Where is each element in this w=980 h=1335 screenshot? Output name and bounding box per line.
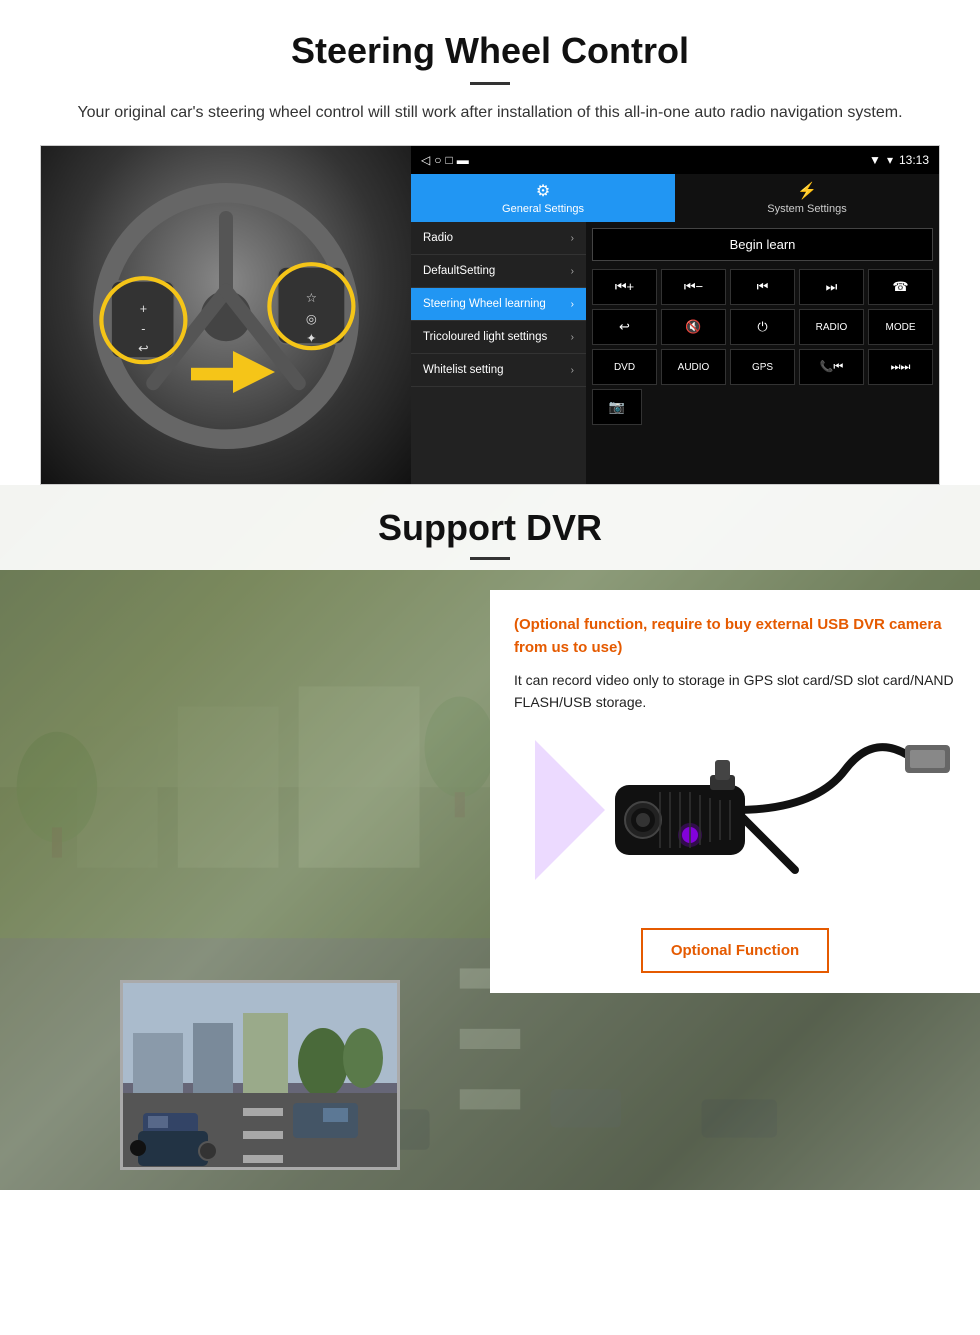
tab-system-label: System Settings bbox=[767, 203, 846, 215]
radio-button[interactable]: RADIO bbox=[799, 309, 864, 345]
back-icon[interactable]: ◁ bbox=[421, 153, 430, 167]
phone-button[interactable]: ☎ bbox=[868, 269, 933, 305]
dvr-title: Support DVR bbox=[20, 507, 960, 549]
tab-general-label: General Settings bbox=[502, 203, 584, 215]
android-content: Radio › DefaultSetting › Steering Wheel … bbox=[411, 222, 939, 484]
power-button[interactable]: ⏻ bbox=[730, 309, 795, 345]
menu-item-defaultsetting[interactable]: DefaultSetting › bbox=[411, 255, 586, 288]
chevron-right-icon: › bbox=[571, 332, 574, 343]
steering-section: Steering Wheel Control Your original car… bbox=[0, 0, 980, 485]
phone-prev-button[interactable]: 📞⏮ bbox=[799, 349, 864, 385]
wifi-icon: ▾ bbox=[887, 153, 893, 167]
audio-button[interactable]: AUDIO bbox=[661, 349, 726, 385]
title-divider bbox=[470, 82, 510, 85]
control-panel: Begin learn ⏮+ ⏮− ⏮ ⏭ ☎ ↩ 🔇 ⏻ bbox=[586, 222, 939, 484]
svg-text:◎: ◎ bbox=[306, 312, 317, 326]
camera-button[interactable]: 📷 bbox=[592, 389, 642, 425]
control-row-1: ⏮+ ⏮− ⏮ ⏭ ☎ bbox=[592, 269, 933, 305]
prev-button[interactable]: ⏮ bbox=[730, 269, 795, 305]
chevron-right-icon: › bbox=[571, 365, 574, 376]
menu-icon[interactable]: ▬ bbox=[457, 153, 469, 167]
tab-general-settings[interactable]: ⚙ General Settings bbox=[411, 174, 675, 222]
menu-item-steering-wheel-learning[interactable]: Steering Wheel learning › bbox=[411, 288, 586, 321]
begin-learn-row: Begin learn bbox=[592, 228, 933, 261]
dvr-info-box: (Optional function, require to buy exter… bbox=[490, 590, 980, 993]
dvr-description: It can record video only to storage in G… bbox=[514, 669, 956, 714]
svg-text:✦: ✦ bbox=[306, 332, 317, 346]
steering-photo: + - ↩ ☆ ◎ ✦ bbox=[41, 146, 411, 485]
mode-button[interactable]: MODE bbox=[868, 309, 933, 345]
control-row-3: DVD AUDIO GPS 📞⏮ ⏭⏭ bbox=[592, 349, 933, 385]
mute-button[interactable]: 🔇 bbox=[661, 309, 726, 345]
svg-text:-: - bbox=[141, 322, 145, 336]
svg-text:↩: ↩ bbox=[138, 341, 149, 355]
settings-gear-icon: ⚙ bbox=[536, 181, 550, 201]
android-ui: ◁ ○ □ ▬ ▼ ▾ 13:13 ⚙ General Settings ⚡ bbox=[411, 146, 939, 484]
home-icon[interactable]: ○ bbox=[434, 153, 441, 167]
vol-down-button[interactable]: ⏮− bbox=[661, 269, 726, 305]
dvr-title-area: Support DVR bbox=[0, 485, 980, 570]
menu-list: Radio › DefaultSetting › Steering Wheel … bbox=[411, 222, 586, 484]
control-row-2: ↩ 🔇 ⏻ RADIO MODE bbox=[592, 309, 933, 345]
dvr-thumbnail bbox=[120, 980, 400, 1170]
begin-learn-button[interactable]: Begin learn bbox=[592, 228, 933, 261]
phone-next-button[interactable]: ⏭⏭ bbox=[868, 349, 933, 385]
menu-item-radio[interactable]: Radio › bbox=[411, 222, 586, 255]
menu-item-whitelist[interactable]: Whitelist setting › bbox=[411, 354, 586, 387]
signal-icon: ▼ bbox=[869, 153, 881, 167]
android-statusbar: ◁ ○ □ ▬ ▼ ▾ 13:13 bbox=[411, 146, 939, 174]
statusbar-time: 13:13 bbox=[899, 153, 929, 167]
statusbar-nav-icons: ◁ ○ □ ▬ bbox=[421, 153, 469, 167]
optional-function-button[interactable]: Optional Function bbox=[641, 928, 829, 973]
next-button[interactable]: ⏭ bbox=[799, 269, 864, 305]
dvr-optional-warning: (Optional function, require to buy exter… bbox=[514, 614, 956, 659]
steering-wheel-diagram: + - ↩ ☆ ◎ ✦ bbox=[86, 176, 366, 456]
photo-background: + - ↩ ☆ ◎ ✦ bbox=[41, 146, 411, 485]
dvr-device-illustration bbox=[514, 730, 956, 910]
thumbnail-svg bbox=[123, 983, 400, 1170]
gps-button[interactable]: GPS bbox=[730, 349, 795, 385]
vol-up-button[interactable]: ⏮+ bbox=[592, 269, 657, 305]
chevron-right-icon: › bbox=[571, 266, 574, 277]
chevron-right-icon: › bbox=[571, 233, 574, 244]
dvr-device-svg bbox=[515, 730, 955, 910]
system-icon: ⚡ bbox=[797, 181, 817, 201]
menu-item-tricoloured[interactable]: Tricoloured light settings › bbox=[411, 321, 586, 354]
recents-icon[interactable]: □ bbox=[445, 153, 452, 167]
chevron-right-icon: › bbox=[571, 299, 574, 310]
dvr-section: Support DVR bbox=[0, 485, 980, 1190]
optional-function-area: Optional Function bbox=[514, 920, 956, 973]
section-subtitle: Your original car's steering wheel contr… bbox=[40, 101, 940, 125]
dvr-divider bbox=[470, 557, 510, 560]
tab-system-settings[interactable]: ⚡ System Settings bbox=[675, 174, 939, 222]
android-tabs: ⚙ General Settings ⚡ System Settings bbox=[411, 174, 939, 222]
svg-text:☆: ☆ bbox=[306, 291, 317, 305]
dvd-button[interactable]: DVD bbox=[592, 349, 657, 385]
page-title: Steering Wheel Control bbox=[40, 30, 940, 72]
back-call-button[interactable]: ↩ bbox=[592, 309, 657, 345]
svg-text:+: + bbox=[140, 302, 147, 316]
steering-panel: + - ↩ ☆ ◎ ✦ bbox=[40, 145, 940, 485]
control-row-4: 📷 bbox=[592, 389, 933, 425]
